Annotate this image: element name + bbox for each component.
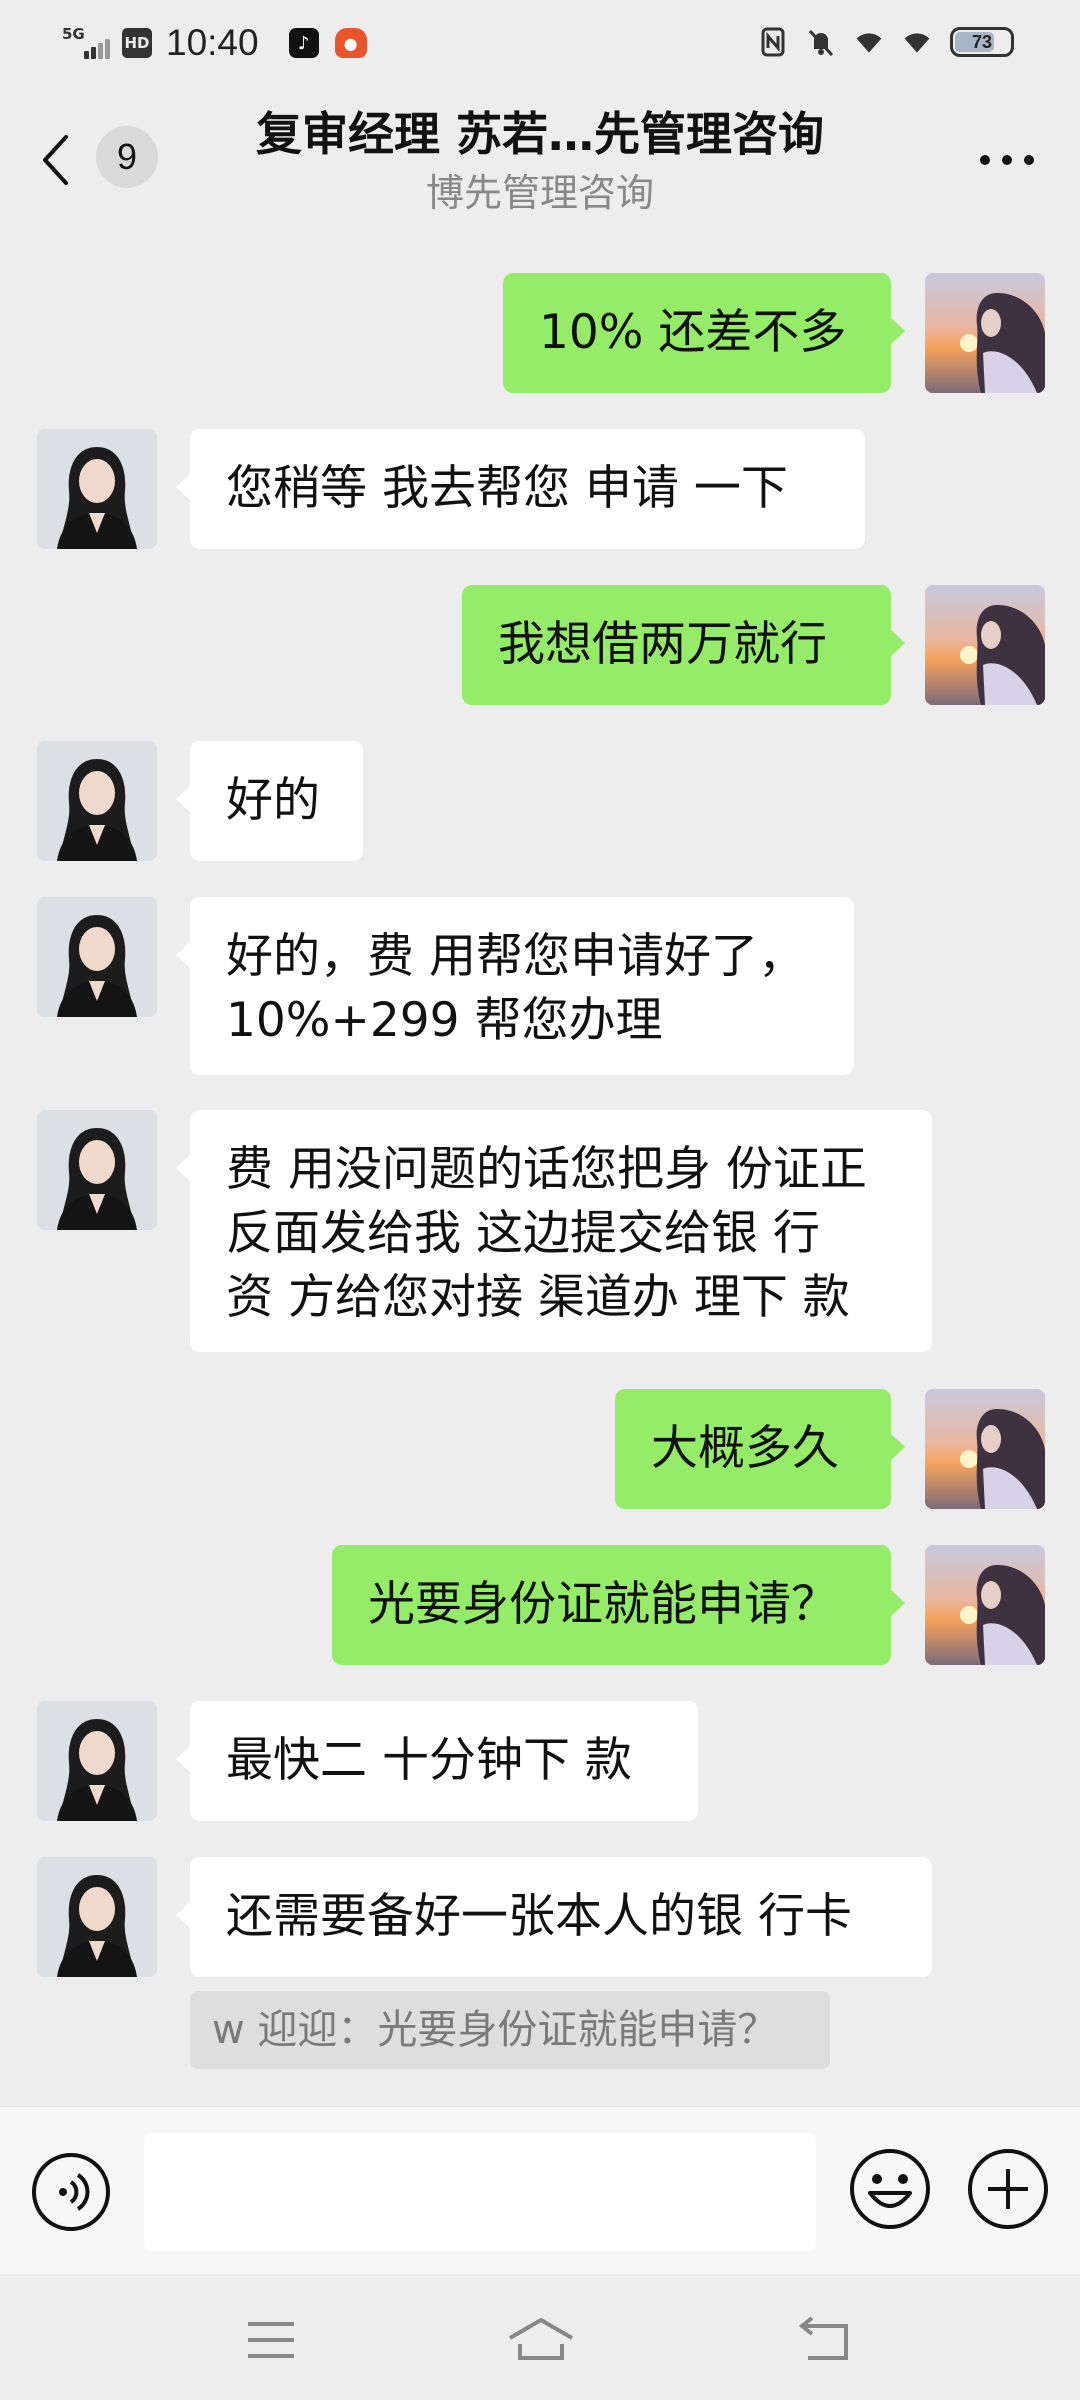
more-icon: [980, 155, 1034, 165]
contact-avatar[interactable]: [37, 1110, 157, 1230]
message-text: 反面发给我 这边提交给银 行: [226, 1206, 820, 1261]
message-row: 还需要备好一张本人的银 行卡: [0, 1857, 1080, 1977]
message-row: 好的，费 用帮您申请好了， 10%+299 帮您办理: [0, 897, 1080, 1075]
mute-bell-icon: [806, 26, 836, 58]
input-bar: [0, 2106, 1080, 2274]
menu-icon[interactable]: [236, 2314, 306, 2366]
message-input[interactable]: [144, 2133, 816, 2251]
voice-input-button[interactable]: [30, 2151, 112, 2233]
message-text: 最快二 十分钟下 款: [226, 1733, 632, 1788]
sent-message-bubble[interactable]: 大概多久: [615, 1389, 905, 1509]
wifi-icon: [854, 26, 884, 58]
more-functions-button[interactable]: [966, 2147, 1050, 2231]
message-row: 最快二 十分钟下 款: [0, 1701, 1080, 1821]
message-row: 费 用没问题的话您把身 份证正 反面发给我 这边提交给银 行资 方给您对接 渠道办…: [0, 1110, 1080, 1352]
received-message-bubble[interactable]: 还需要备好一张本人的银 行卡: [176, 1857, 932, 1977]
message-text: 10%+299 帮您办理: [226, 993, 663, 1048]
more-options-button[interactable]: [972, 140, 1042, 180]
received-message-bubble[interactable]: 费 用没问题的话您把身 份证正 反面发给我 这边提交给银 行资 方给您对接 渠道办…: [176, 1110, 932, 1352]
received-message-bubble[interactable]: 最快二 十分钟下 款: [176, 1701, 698, 1821]
message-text: 光要身份证就能申请？: [368, 1577, 838, 1632]
home-icon[interactable]: [506, 2314, 576, 2366]
tiktok-icon: ♪: [288, 28, 319, 58]
emoji-button[interactable]: [848, 2147, 932, 2231]
received-message-bubble[interactable]: 好的，费 用帮您申请好了， 10%+299 帮您办理: [176, 897, 854, 1075]
quoted-message[interactable]: w 迎迎：光要身份证就能申请？: [190, 1991, 830, 2069]
message-row: 我想借两万就行: [0, 585, 1080, 705]
chat-header: 9 复审经理 苏若…先管理咨询 博先管理咨询: [0, 84, 1080, 226]
my-avatar[interactable]: [925, 585, 1045, 705]
voice-icon: [32, 2153, 110, 2231]
back-nav-icon[interactable]: [790, 2314, 860, 2366]
hd-voice-icon: HD: [122, 28, 152, 58]
status-bar: 5G HD 10:40 ♪ ● 73: [0, 0, 1080, 84]
message-text: 还需要备好一张本人的银 行卡: [226, 1889, 852, 1944]
message-row: 好的: [0, 741, 1080, 861]
emoji-icon: [850, 2149, 930, 2229]
message-row: 光要身份证就能申请？: [0, 1545, 1080, 1665]
contact-avatar[interactable]: [37, 897, 157, 1017]
contact-avatar[interactable]: [37, 1701, 157, 1821]
unread-count-badge[interactable]: 9: [96, 126, 158, 188]
message-text: 费 用没问题的话您把身 份证正: [226, 1142, 867, 1197]
sent-message-bubble[interactable]: 10% 还差不多: [503, 273, 905, 393]
contact-avatar[interactable]: [37, 741, 157, 861]
sent-message-bubble[interactable]: 我想借两万就行: [462, 585, 905, 705]
sent-message-bubble[interactable]: 光要身份证就能申请？: [332, 1545, 905, 1665]
message-text: 我想借两万就行: [498, 617, 827, 672]
received-message-bubble[interactable]: 好的: [176, 741, 363, 861]
contact-avatar[interactable]: [37, 429, 157, 549]
my-avatar[interactable]: [925, 273, 1045, 393]
message-row: 10% 还差不多: [0, 273, 1080, 393]
message-text: 您稍等 我去帮您 申请 一下: [226, 461, 788, 516]
chat-title: 复审经理 苏若…先管理咨询: [255, 107, 824, 161]
contact-avatar[interactable]: [37, 1857, 157, 1977]
message-row: 大概多久: [0, 1389, 1080, 1509]
message-text: 好的，费 用帮您申请好了，: [226, 929, 805, 984]
app-notification-icon: ●: [334, 28, 367, 58]
my-avatar[interactable]: [925, 1389, 1045, 1509]
chevron-left-icon: [43, 135, 68, 185]
nfc-icon: [758, 26, 788, 58]
chat-subtitle: 博先管理咨询: [425, 171, 654, 215]
battery-percent: 73: [971, 31, 993, 52]
received-message-bubble[interactable]: 您稍等 我去帮您 申请 一下: [176, 429, 865, 549]
message-row: 您稍等 我去帮您 申请 一下: [0, 429, 1080, 549]
cellular-signal-icon: 5G: [62, 23, 110, 63]
back-button[interactable]: [40, 120, 86, 200]
battery-icon: 73: [950, 27, 1014, 57]
network-type-label: 5G: [62, 25, 85, 43]
status-time: 10:40: [166, 22, 259, 63]
message-text: 大概多久: [651, 1421, 839, 1476]
message-text: 10% 还差不多: [539, 305, 847, 360]
message-text: 资 方给您对接 渠道办 理下 款: [226, 1270, 850, 1325]
message-text: 好的: [226, 773, 320, 828]
wifi-icon: [902, 26, 932, 58]
plus-icon: [968, 2149, 1048, 2229]
my-avatar[interactable]: [925, 1545, 1045, 1665]
system-navigation-bar: [0, 2274, 1080, 2400]
